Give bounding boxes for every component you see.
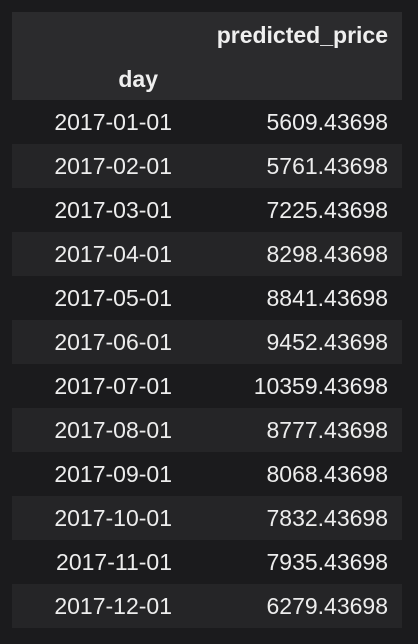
row-index-day: 2017-07-01	[54, 373, 172, 399]
index-header-row: day	[12, 58, 402, 100]
table-row: 2017-10-01 7832.43698	[12, 496, 402, 540]
table-row: 2017-07-01 10359.43698	[12, 364, 402, 408]
cell-predicted-price: 9452.43698	[266, 329, 388, 355]
table-row: 2017-12-01 6279.43698	[12, 584, 402, 628]
table-row: 2017-11-01 7935.43698	[12, 540, 402, 584]
cell-predicted-price: 8298.43698	[266, 241, 388, 267]
cell-predicted-price: 8841.43698	[266, 285, 388, 311]
row-index-day: 2017-08-01	[54, 417, 172, 443]
row-index-day: 2017-12-01	[54, 593, 172, 619]
table-header: predicted_price day	[12, 12, 402, 100]
header-blank-cell	[12, 12, 172, 58]
notebook-output: predicted_price day 2017-01-01 5609.4369…	[0, 0, 418, 644]
table-row: 2017-09-01 8068.43698	[12, 452, 402, 496]
cell-predicted-price: 6279.43698	[266, 593, 388, 619]
table-row: 2017-05-01 8841.43698	[12, 276, 402, 320]
table-row: 2017-06-01 9452.43698	[12, 320, 402, 364]
cell-predicted-price: 5609.43698	[266, 109, 388, 135]
cell-predicted-price: 10359.43698	[253, 373, 388, 399]
row-index-day: 2017-02-01	[54, 153, 172, 179]
cell-predicted-price: 7832.43698	[266, 505, 388, 531]
row-index-day: 2017-09-01	[54, 461, 172, 487]
row-index-day: 2017-01-01	[54, 109, 172, 135]
table-row: 2017-04-01 8298.43698	[12, 232, 402, 276]
cell-predicted-price: 7935.43698	[266, 549, 388, 575]
row-index-day: 2017-03-01	[54, 197, 172, 223]
cell-predicted-price: 8777.43698	[266, 417, 388, 443]
cell-predicted-price: 7225.43698	[266, 197, 388, 223]
row-index-day: 2017-04-01	[54, 241, 172, 267]
dataframe-table: predicted_price day 2017-01-01 5609.4369…	[12, 12, 402, 628]
cell-predicted-price: 8068.43698	[266, 461, 388, 487]
cell-predicted-price: 5761.43698	[266, 153, 388, 179]
row-index-day: 2017-06-01	[54, 329, 172, 355]
table-row: 2017-01-01 5609.43698	[12, 100, 402, 144]
column-header-row: predicted_price	[12, 12, 402, 58]
table-row: 2017-08-01 8777.43698	[12, 408, 402, 452]
row-index-day: 2017-10-01	[54, 505, 172, 531]
row-index-day: 2017-05-01	[54, 285, 172, 311]
table-row: 2017-03-01 7225.43698	[12, 188, 402, 232]
header-blank-cell	[172, 58, 402, 100]
table-row: 2017-02-01 5761.43698	[12, 144, 402, 188]
row-index-day: 2017-11-01	[56, 549, 172, 575]
table-body: 2017-01-01 5609.43698 2017-02-01 5761.43…	[12, 100, 402, 628]
index-header-day: day	[118, 66, 158, 92]
column-header-predicted-price: predicted_price	[216, 22, 388, 48]
